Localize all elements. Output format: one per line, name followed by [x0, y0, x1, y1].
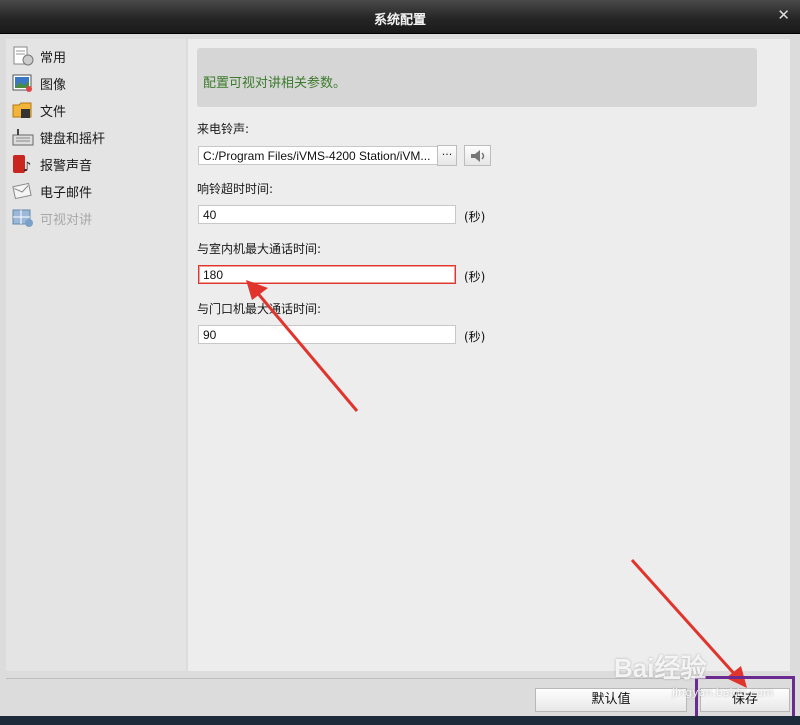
indoor-max-call-unit: (秒): [464, 270, 486, 284]
sidebar-item-file[interactable]: 文件: [12, 98, 66, 122]
settings-panel: 配置可视对讲相关参数。 来电铃声: C:/Program Files/iVMS-…: [188, 39, 790, 671]
ring-timeout-label: 响铃超时时间:: [197, 182, 274, 196]
video-intercom-icon: [12, 208, 34, 228]
ringtone-browse-button[interactable]: ···: [437, 145, 457, 166]
sidebar-item-alarm-sound[interactable]: ♪ 报警声音: [12, 152, 92, 176]
door-max-call-unit: (秒): [464, 330, 486, 344]
settings-window: 常用 图像 文件 键盘和摇杆 ♪ 报警声音 电子邮件 可视对讲 配置可视对讲相关…: [0, 34, 800, 725]
sidebar-item-label: 文件: [40, 104, 67, 120]
sidebar-item-email[interactable]: 电子邮件: [12, 179, 92, 203]
footer-divider: [6, 678, 794, 679]
general-settings-icon: [12, 46, 34, 66]
banner-text: 配置可视对讲相关参数。: [203, 76, 347, 91]
sidebar-item-keyboard[interactable]: 键盘和摇杆: [12, 125, 105, 149]
info-banner: 配置可视对讲相关参数。: [197, 48, 757, 107]
ringtone-path-field[interactable]: C:/Program Files/iVMS-4200 Station/iVM..…: [198, 146, 438, 165]
folder-icon: [12, 100, 34, 120]
sidebar-item-image[interactable]: 图像: [12, 71, 66, 95]
ringtone-label: 来电铃声:: [197, 122, 250, 136]
default-button[interactable]: 默认值: [535, 688, 687, 712]
door-max-call-label: 与门口机最大通话时间:: [197, 302, 322, 316]
indoor-max-call-label: 与室内机最大通话时间:: [197, 242, 322, 256]
sidebar-item-label: 报警声音: [40, 158, 93, 174]
close-icon[interactable]: ✕: [777, 6, 790, 24]
window-title: 系统配置: [373, 13, 426, 28]
sidebar-item-label: 电子邮件: [40, 185, 93, 201]
svg-text:♪: ♪: [23, 160, 31, 174]
taskbar: [0, 716, 800, 725]
sidebar: 常用 图像 文件 键盘和摇杆 ♪ 报警声音 电子邮件 可视对讲: [6, 39, 186, 671]
title-bar: 系统配置 ✕: [0, 0, 800, 34]
email-icon: [12, 181, 34, 201]
indoor-max-call-input[interactable]: 180: [198, 265, 456, 284]
image-icon: [12, 73, 34, 93]
alarm-sound-icon: ♪: [12, 154, 34, 175]
ring-timeout-unit: (秒): [464, 210, 486, 224]
ring-timeout-input[interactable]: 40: [198, 205, 456, 224]
sidebar-item-video-intercom[interactable]: 可视对讲: [12, 206, 92, 230]
speaker-icon: [470, 150, 484, 162]
sidebar-item-label: 图像: [40, 77, 67, 93]
sidebar-item-label: 常用: [40, 50, 67, 66]
save-button[interactable]: 保存: [700, 688, 790, 712]
keyboard-icon: [12, 127, 34, 147]
ringtone-play-button[interactable]: [464, 145, 491, 166]
sidebar-item-label: 键盘和摇杆: [40, 131, 106, 147]
door-max-call-input[interactable]: 90: [198, 325, 456, 344]
sidebar-item-general[interactable]: 常用: [12, 44, 66, 68]
sidebar-item-label: 可视对讲: [40, 212, 93, 228]
